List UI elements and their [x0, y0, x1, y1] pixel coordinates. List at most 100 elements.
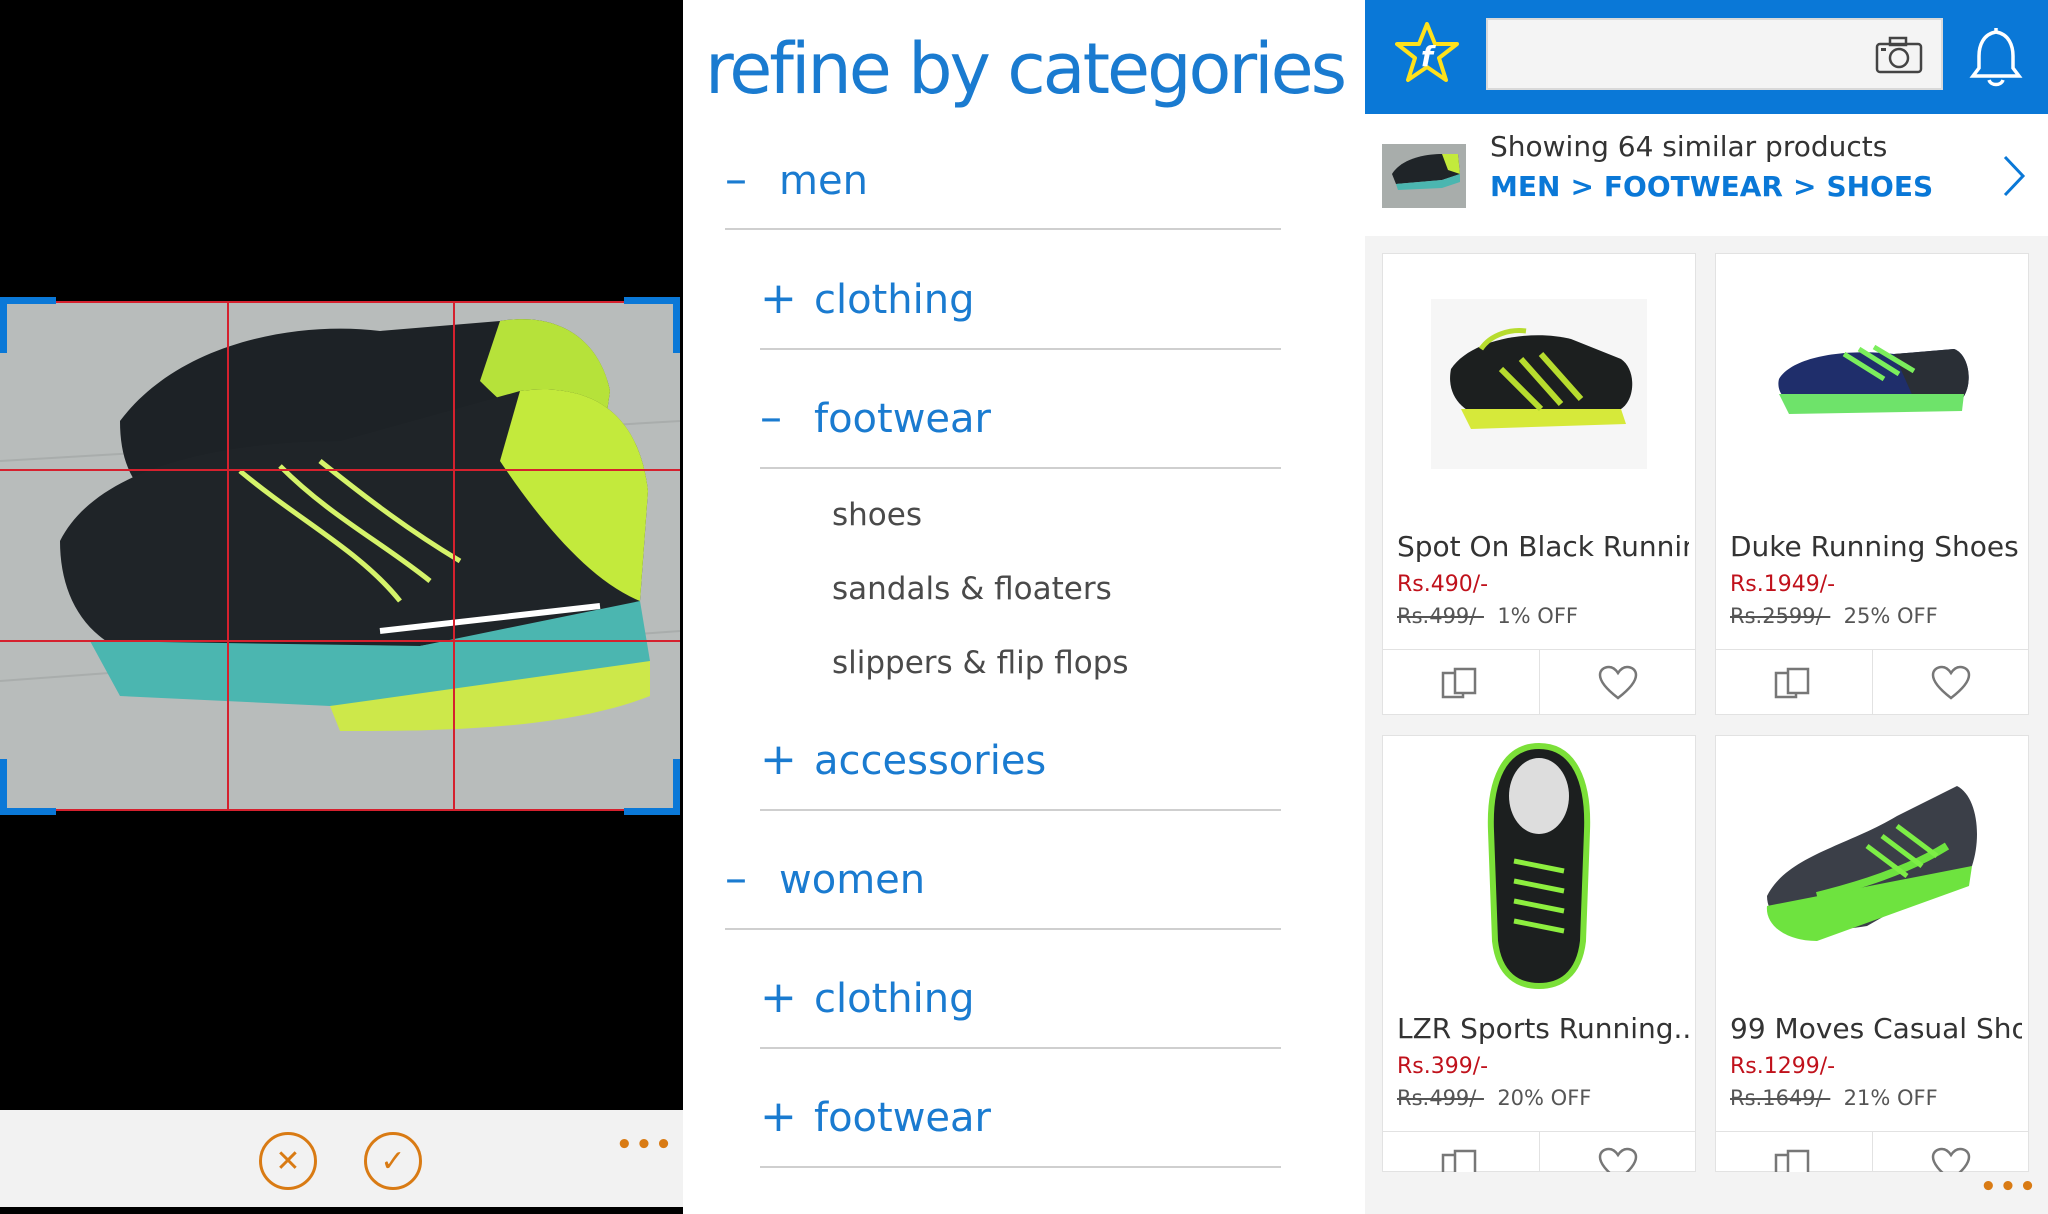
category-label: footwear: [814, 396, 991, 442]
collapse-icon: –: [725, 154, 747, 205]
divider: [725, 228, 1281, 230]
product-image[interactable]: [1383, 736, 1695, 996]
category-men[interactable]: – men: [725, 154, 868, 205]
breadcrumb-shoes[interactable]: SHOES: [1826, 170, 1933, 203]
divider: [760, 1166, 1281, 1168]
cancel-button[interactable]: ✕: [259, 1132, 317, 1190]
grid-line: [0, 809, 680, 811]
card-actions: [1716, 649, 2028, 715]
product-mrp: Rs.2599/-: [1730, 604, 1831, 628]
more-button[interactable]: •••: [616, 1130, 675, 1160]
expand-icon: +: [760, 972, 797, 1023]
divider: [760, 1047, 1281, 1049]
product-card[interactable]: Spot On Black Running.. Rs.490/- Rs.499/…: [1382, 253, 1696, 715]
category-women[interactable]: – women: [725, 853, 925, 904]
grid-line: [0, 469, 680, 471]
crop-app-bar: ✕ ✓ •••: [0, 1110, 683, 1207]
flipkart-logo-icon[interactable]: f: [1395, 22, 1459, 86]
wishlist-button[interactable]: [1539, 650, 1695, 715]
grid-line: [453, 301, 455, 811]
screen: ✕ ✓ ••• refine by categories – men + cloth…: [0, 0, 2048, 1214]
product-card[interactable]: LZR Sports Running... Rs.399/- Rs.499/- …: [1382, 735, 1696, 1197]
product-mrp-row: Rs.2599/- 25% OFF: [1730, 604, 1938, 628]
breadcrumb-footwear[interactable]: FOOTWEAR: [1604, 170, 1783, 203]
category-label: footwear: [814, 1095, 991, 1141]
category-label: women: [779, 857, 926, 903]
heart-icon: [1931, 665, 1970, 700]
camera-icon[interactable]: [1875, 36, 1923, 74]
grid-line: [0, 301, 680, 303]
heart-icon: [1598, 665, 1637, 700]
subcategory-shoes[interactable]: shoes: [832, 497, 922, 533]
product-mrp: Rs.1649/-: [1730, 1086, 1831, 1110]
compare-button[interactable]: [1716, 650, 1872, 715]
breadcrumb-men[interactable]: MEN: [1490, 170, 1560, 203]
product-card[interactable]: Duke Running Shoes Rs.1949/- Rs.2599/- 2…: [1715, 253, 2029, 715]
product-price: Rs.1299/-: [1730, 1054, 1836, 1079]
product-mrp-row: Rs.1649/- 21% OFF: [1730, 1086, 1938, 1110]
more-button[interactable]: •••: [1980, 1172, 2039, 1202]
close-icon: ✕: [275, 1143, 301, 1179]
product-image[interactable]: [1716, 254, 2028, 514]
divider: [725, 928, 1281, 930]
product-price: Rs.399/-: [1397, 1054, 1489, 1079]
crop-handle-top-right[interactable]: [624, 297, 680, 353]
accept-button[interactable]: ✓: [364, 1132, 422, 1190]
card-actions: [1383, 649, 1695, 715]
product-name[interactable]: Spot On Black Running..: [1397, 530, 1689, 563]
category-men-accessories[interactable]: + accessories: [760, 734, 1046, 785]
product-name[interactable]: 99 Moves Casual Shoes: [1730, 1012, 2022, 1045]
product-name[interactable]: Duke Running Shoes: [1730, 530, 2022, 563]
category-men-clothing[interactable]: + clothing: [760, 273, 974, 324]
product-mrp-row: Rs.499/- 20% OFF: [1397, 1086, 1591, 1110]
crop-panel: ✕ ✓ •••: [0, 0, 683, 1214]
product-card[interactable]: 99 Moves Casual Shoes Rs.1299/- Rs.1649/…: [1715, 735, 2029, 1197]
product-price: Rs.490/-: [1397, 572, 1489, 597]
category-women-clothing[interactable]: + clothing: [760, 972, 974, 1023]
divider: [760, 809, 1281, 811]
breadcrumb-separator: >: [1792, 170, 1817, 203]
expand-icon: +: [760, 273, 797, 324]
expand-icon: +: [760, 734, 797, 785]
collapse-icon: –: [725, 853, 747, 904]
wishlist-button[interactable]: [1872, 650, 2028, 715]
check-icon: ✓: [380, 1143, 406, 1179]
category-men-footwear[interactable]: – footwear: [760, 392, 991, 443]
divider: [760, 467, 1281, 469]
compare-icon: [1441, 667, 1477, 698]
similar-count-text: Showing 64 similar products: [1490, 130, 1888, 163]
app-header: f: [1365, 0, 2048, 114]
grid-line: [227, 301, 229, 811]
crop-handle-bottom-left[interactable]: [0, 759, 56, 815]
compare-icon: [1774, 667, 1810, 698]
results-app-bar: •••: [1365, 1172, 2048, 1214]
product-discount: 20% OFF: [1497, 1086, 1592, 1110]
similar-products-bar[interactable]: Showing 64 similar products MEN > FOOTWEAR…: [1365, 114, 2048, 236]
product-mrp: Rs.499/-: [1397, 604, 1484, 628]
category-label: clothing: [814, 277, 975, 323]
crop-handle-bottom-right[interactable]: [624, 759, 680, 815]
category-label: accessories: [814, 738, 1047, 784]
category-label: men: [779, 158, 868, 204]
product-mrp-row: Rs.499/- 1% OFF: [1397, 604, 1578, 628]
product-image[interactable]: [1716, 736, 2028, 996]
grid-line: [0, 640, 680, 642]
categories-panel: refine by categories – men + clothing – foo…: [683, 0, 1365, 1214]
product-mrp: Rs.499/-: [1397, 1086, 1484, 1110]
product-image[interactable]: [1383, 254, 1695, 514]
subcategory-slippers[interactable]: slippers & flip flops: [832, 645, 1129, 681]
breadcrumb-separator: >: [1570, 170, 1594, 203]
subcategory-sandals[interactable]: sandals & floaters: [832, 571, 1112, 607]
category-women-footwear[interactable]: + footwear: [760, 1091, 991, 1142]
chevron-right-icon[interactable]: [2002, 154, 2026, 198]
divider: [760, 348, 1281, 350]
product-name[interactable]: LZR Sports Running...: [1397, 1012, 1689, 1045]
product-price: Rs.1949/-: [1730, 572, 1836, 597]
breadcrumb: MEN > FOOTWEAR > SHOES: [1490, 170, 1943, 203]
search-input[interactable]: [1486, 18, 1943, 90]
compare-button[interactable]: [1383, 650, 1539, 715]
crop-handle-top-left[interactable]: [0, 297, 56, 353]
crop-frame[interactable]: [0, 297, 680, 815]
notification-bell-icon[interactable]: [1969, 24, 2023, 88]
results-panel: f Showing 64 similar products MEN > FOOT…: [1365, 0, 2048, 1214]
